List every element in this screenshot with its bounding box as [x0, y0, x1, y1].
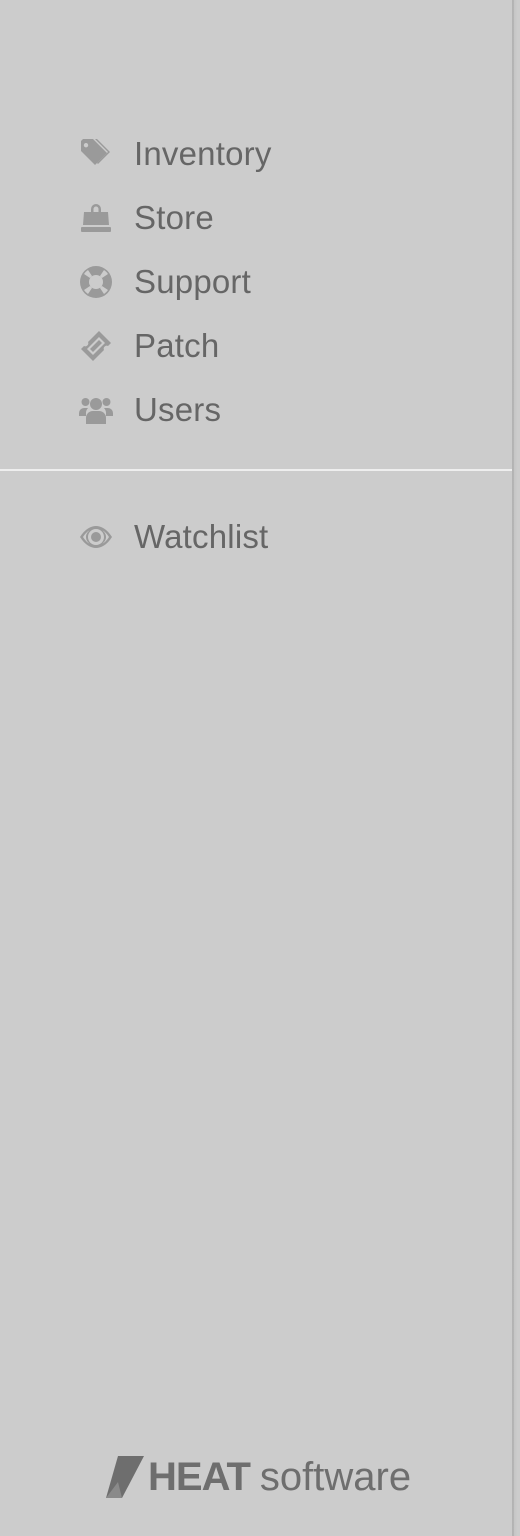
life-ring-icon	[78, 264, 114, 300]
sidebar-secondary-nav: Watchlist	[0, 505, 512, 569]
sidebar-item-label: Store	[134, 199, 214, 236]
sidebar-item-support[interactable]: Support	[0, 250, 512, 314]
sidebar-item-patch[interactable]: Patch	[0, 314, 512, 378]
sidebar-item-label: Support	[134, 263, 251, 300]
logo-suffix: software	[259, 1454, 412, 1499]
sidebar-item-label: Inventory	[134, 135, 272, 172]
company-logo: HEAT software	[106, 1452, 411, 1502]
sidebar-item-watchlist[interactable]: Watchlist	[0, 505, 512, 569]
sidebar-item-inventory[interactable]: Inventory	[0, 122, 512, 186]
tags-icon	[78, 136, 114, 172]
ticket-icon	[78, 328, 114, 364]
sidebar-item-users[interactable]: Users	[0, 378, 512, 442]
eye-icon	[78, 519, 114, 555]
sidebar-item-label: Patch	[134, 327, 220, 364]
sidebar-item-label: Users	[134, 391, 222, 428]
sidebar-divider	[0, 469, 512, 471]
heat-logo-mark-icon	[106, 1456, 144, 1498]
sidebar-edge	[512, 0, 518, 1536]
logo-brand: HEAT	[148, 1454, 251, 1499]
sidebar-nav: Inventory Store Support Patch Users	[0, 122, 512, 442]
sidebar: Inventory Store Support Patch Users Watc…	[0, 0, 518, 1536]
shopping-bag-icon	[78, 200, 114, 236]
sidebar-item-store[interactable]: Store	[0, 186, 512, 250]
sidebar-item-label: Watchlist	[134, 518, 269, 555]
users-icon	[78, 392, 114, 428]
